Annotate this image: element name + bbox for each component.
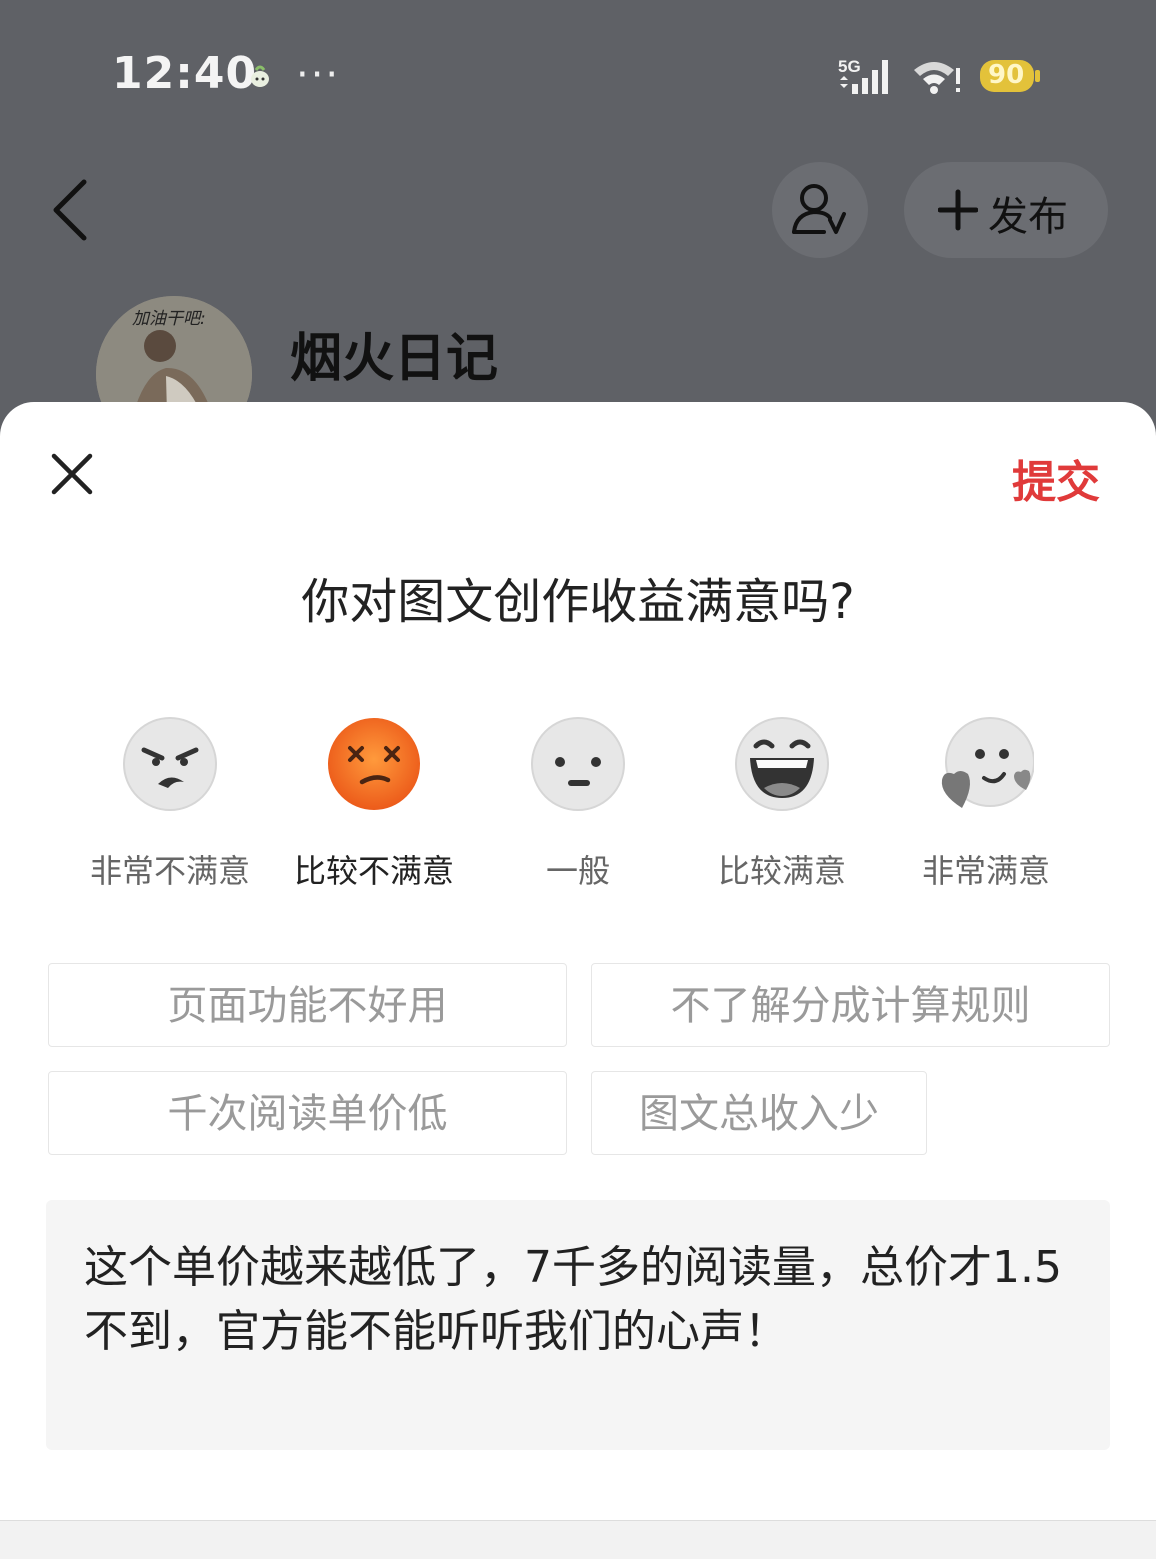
- rating-label: 比较不满意: [293, 852, 454, 890]
- comment-textarea[interactable]: 这个单价越来越低了，7千多的阅读量，总价才1.5不到，官方能不能听听我们的心声！: [46, 1200, 1110, 1450]
- survey-question: 你对图文创作收益满意吗?: [301, 574, 855, 630]
- reason-option[interactable]: 页面功能不好用: [48, 963, 567, 1047]
- rating-satisfied[interactable]: 比较满意: [692, 716, 872, 906]
- reason-option[interactable]: 图文总收入少: [591, 1071, 927, 1155]
- rating-label: 非常不满意: [89, 852, 250, 890]
- status-bar: 12:40 ··· 5G 90: [0, 0, 1156, 150]
- dizzy-face-icon: [328, 718, 420, 810]
- avatar-caption: 加油干吧:: [132, 309, 206, 329]
- angry-face-icon: [123, 717, 217, 811]
- rating-neutral[interactable]: 一般: [488, 716, 668, 906]
- reason-option[interactable]: 千次阅读单价低: [48, 1071, 567, 1155]
- account-name: 烟火日记: [290, 329, 499, 389]
- rating-very-satisfied[interactable]: 非常满意: [896, 716, 1076, 906]
- submit-button[interactable]: 提交: [1012, 446, 1100, 510]
- wifi-icon: [914, 62, 960, 94]
- rating-dissatisfied[interactable]: 比较不满意: [284, 716, 464, 906]
- comment-text: 这个单价越来越低了，7千多的阅读量，总价才1.5不到，官方能不能听听我们的心声！: [84, 1242, 1062, 1357]
- rating-label: 一般: [545, 852, 610, 890]
- follow-button[interactable]: [772, 162, 868, 258]
- bottom-bar: [0, 1520, 1156, 1559]
- neutral-face-icon: [531, 717, 625, 811]
- reason-option[interactable]: 不了解分成计算规则: [591, 963, 1110, 1047]
- status-time: 12:40: [112, 48, 258, 99]
- rating-label: 非常满意: [921, 852, 1050, 890]
- signal-icon: 5G: [838, 57, 888, 94]
- rating-very-dissatisfied[interactable]: 非常不满意: [80, 716, 260, 906]
- survey-sheet: 提交 你对图文创作收益满意吗? 非常不满意 比较不满意 一般 比较满意 非常满意…: [0, 402, 1156, 1558]
- laughing-face-icon: [735, 717, 829, 811]
- hearts-face-icon: [941, 717, 1034, 808]
- publish-button[interactable]: 发布: [904, 162, 1108, 258]
- plus-icon: [938, 189, 978, 231]
- publish-label: 发布: [988, 194, 1068, 240]
- back-arrow-icon[interactable]: [46, 176, 94, 244]
- more-dots: ···: [296, 52, 341, 98]
- rating-label: 比较满意: [717, 852, 846, 890]
- network-label: 5G: [838, 57, 861, 76]
- user-follow-icon: [792, 184, 846, 234]
- battery-level: 90: [988, 60, 1025, 90]
- sprite-icon: [251, 65, 269, 87]
- close-icon[interactable]: [48, 450, 96, 498]
